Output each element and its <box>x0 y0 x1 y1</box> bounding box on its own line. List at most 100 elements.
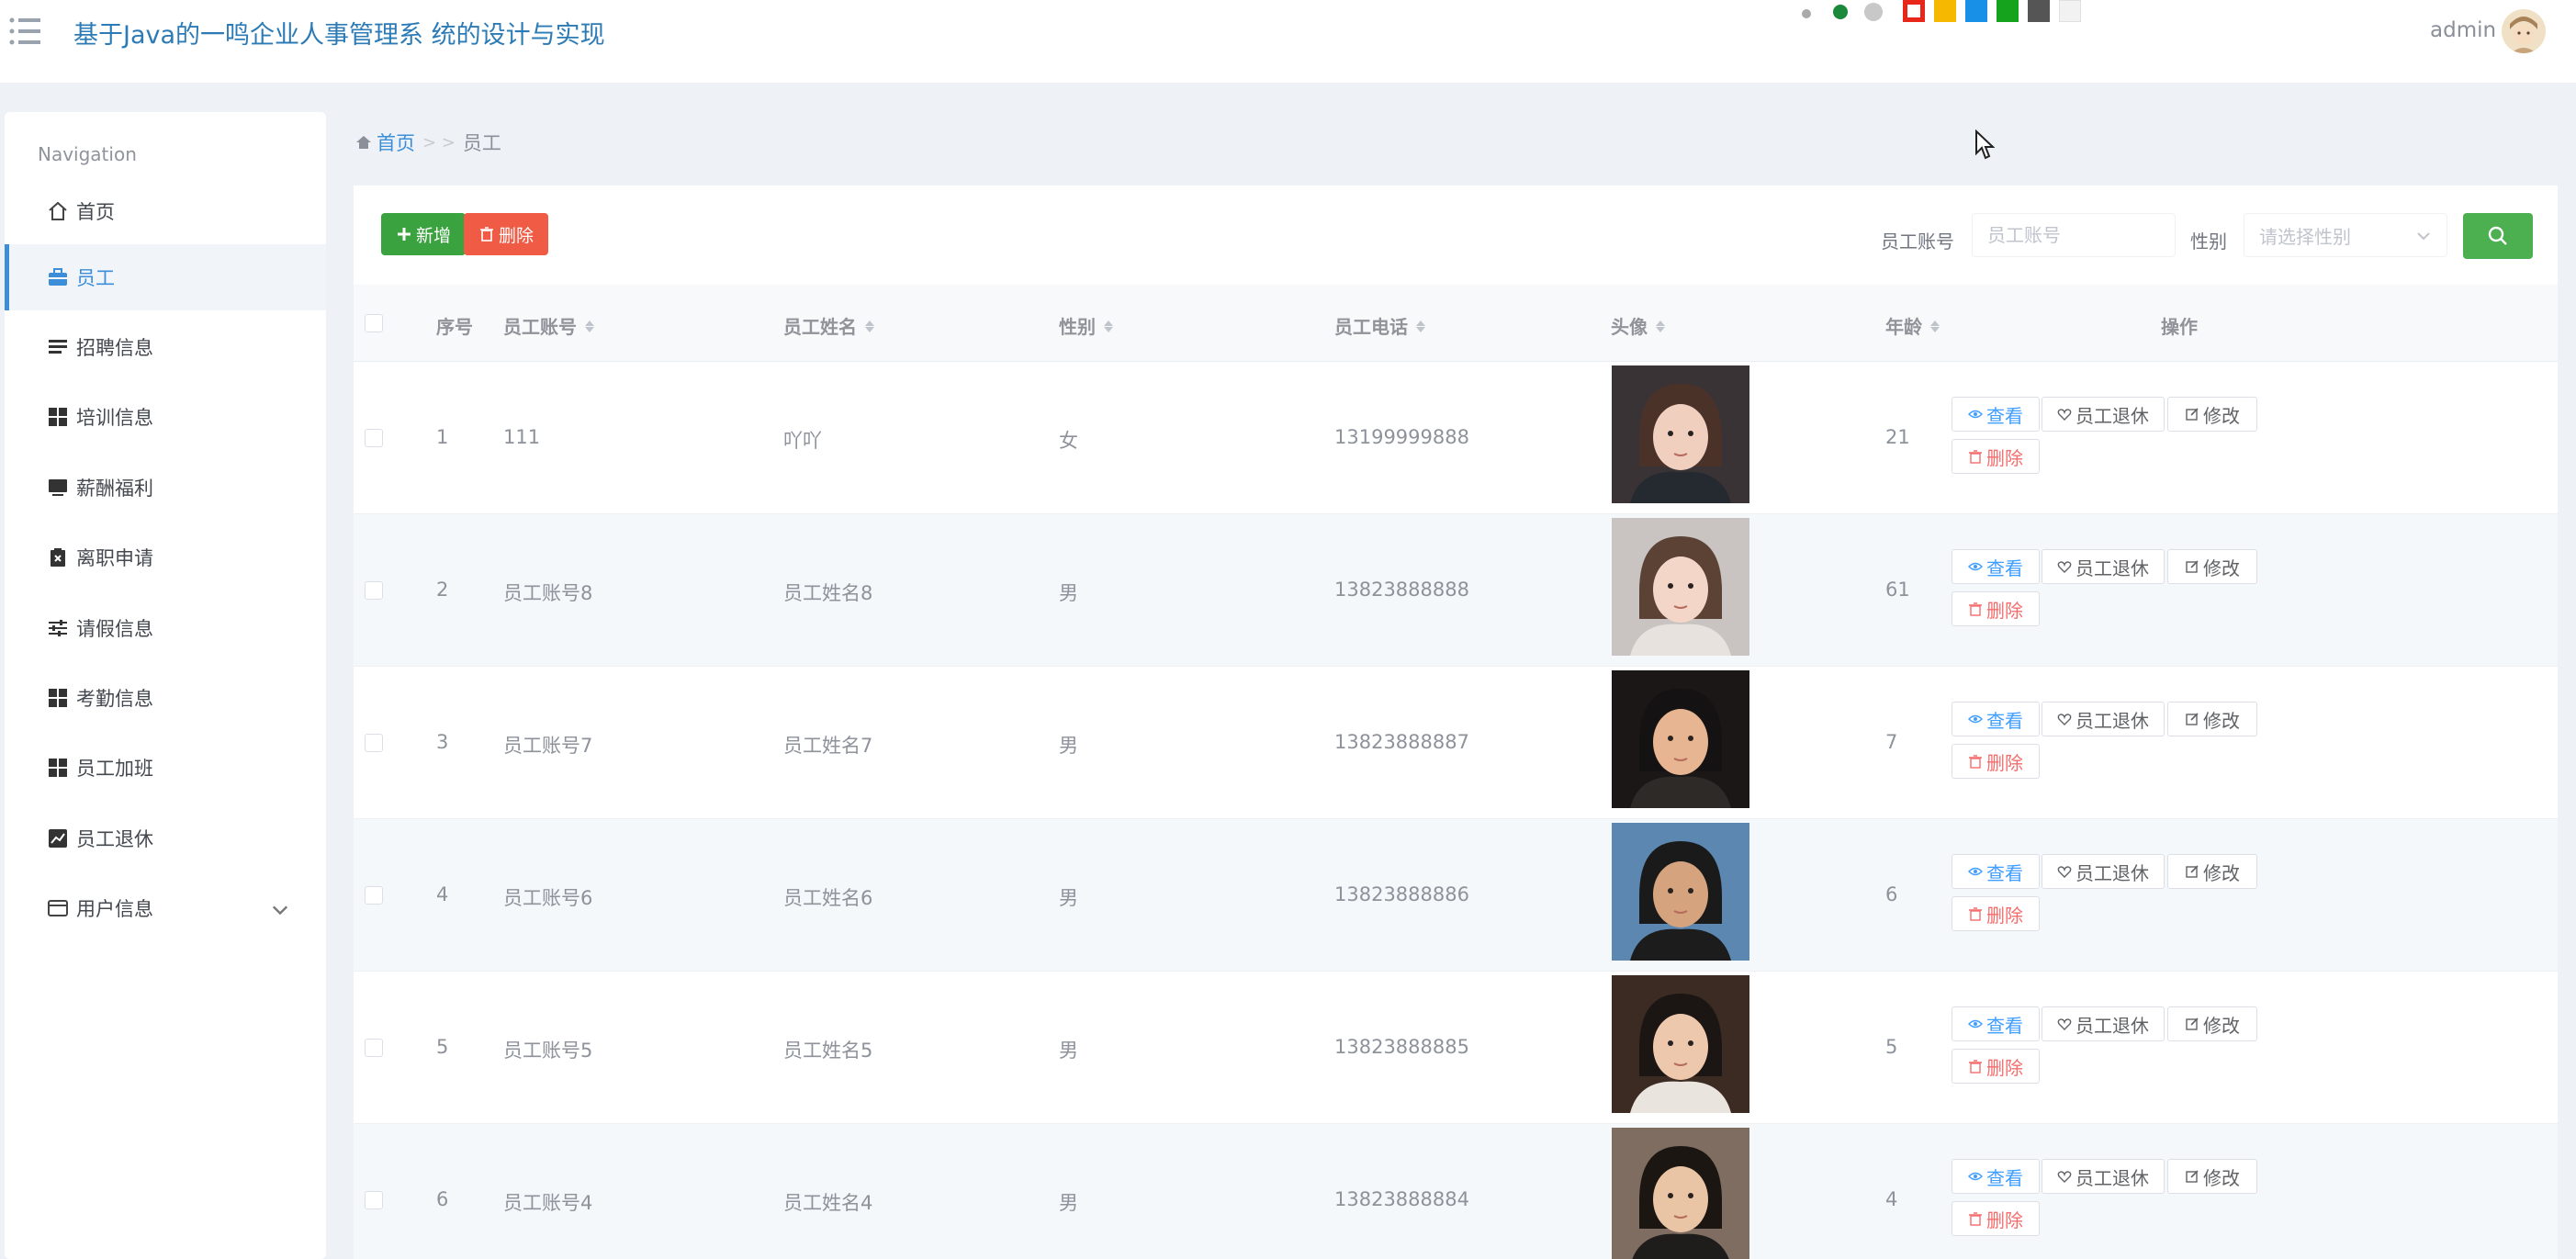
sort-icon[interactable] <box>1103 317 1114 335</box>
edit-button-label: 修改 <box>2203 558 2240 579</box>
edit-button[interactable]: 修改 <box>2167 1159 2257 1194</box>
sidebar-item-label: 首页 <box>76 201 115 223</box>
select-all-checkbox[interactable] <box>365 314 383 332</box>
view-button-label: 查看 <box>1986 558 2023 579</box>
row-delete-button[interactable]: 删除 <box>1952 744 2040 779</box>
sort-icon[interactable] <box>1655 317 1666 335</box>
eye-icon <box>1968 867 1983 876</box>
search-button[interactable] <box>2463 213 2533 259</box>
gender-select[interactable]: 请选择性别 <box>2244 213 2447 257</box>
delete-button[interactable]: 删除 <box>464 213 548 255</box>
cell-age: 4 <box>1885 1188 1898 1210</box>
add-button[interactable]: 新增 <box>381 213 466 255</box>
sidebar-item-salary[interactable]: 薪酬福利 <box>5 455 326 521</box>
cell-gender: 男 <box>1059 1192 1078 1214</box>
row-checkbox[interactable] <box>365 581 383 600</box>
edit-button[interactable]: 修改 <box>2167 397 2257 432</box>
column-header-avatar[interactable]: 头像 <box>1611 312 1666 339</box>
breadcrumb-home[interactable]: 首页 <box>354 129 415 156</box>
employee-avatar-image[interactable] <box>1612 670 1749 808</box>
sidebar-item-home[interactable]: 首页 <box>5 178 326 244</box>
edit-button[interactable]: 修改 <box>2167 549 2257 584</box>
column-header-label: 员工电话 <box>1334 316 1408 338</box>
sort-icon[interactable] <box>864 317 875 335</box>
retire-button[interactable]: 员工退休 <box>2042 549 2165 584</box>
app-title: 基于Java的一鸣企业人事管理系 统的设计与实现 <box>73 21 605 50</box>
theme-swatch-green[interactable] <box>1997 0 2019 22</box>
row-delete-button-label: 删除 <box>1986 601 2023 622</box>
sidebar-item-user-info[interactable]: 用户信息 <box>5 875 326 941</box>
sidebar-item-overtime[interactable]: 员工加班 <box>5 735 326 801</box>
employee-avatar-image[interactable] <box>1612 975 1749 1113</box>
row-delete-button[interactable]: 删除 <box>1952 591 2040 626</box>
view-button[interactable]: 查看 <box>1952 1006 2040 1041</box>
cell-name: 员工姓名6 <box>783 887 873 909</box>
edit-button[interactable]: 修改 <box>2167 854 2257 889</box>
row-checkbox[interactable] <box>365 1191 383 1209</box>
retire-button[interactable]: 员工退休 <box>2042 854 2165 889</box>
edit-button[interactable]: 修改 <box>2167 1006 2257 1041</box>
sidebar-item-training[interactable]: 培训信息 <box>5 384 326 450</box>
sidebar-item-leave[interactable]: 请假信息 <box>5 595 326 661</box>
theme-dot-grey[interactable] <box>1864 3 1883 21</box>
cell-age: 61 <box>1885 579 1910 601</box>
row-delete-button[interactable]: 删除 <box>1952 1049 2040 1084</box>
view-button[interactable]: 查看 <box>1952 854 2040 889</box>
row-checkbox[interactable] <box>365 886 383 905</box>
column-header-account[interactable]: 员工账号 <box>503 312 595 339</box>
sidebar-item-attendance[interactable]: 考勤信息 <box>5 665 326 731</box>
table-row: 5 员工账号5 员工姓名5 男 13823888885 5 查看 员工退休 修改… <box>354 972 2558 1124</box>
eye-icon <box>1968 714 1983 724</box>
edit-button[interactable]: 修改 <box>2167 702 2257 736</box>
row-checkbox[interactable] <box>365 429 383 447</box>
theme-dot-green[interactable] <box>1833 5 1848 19</box>
retire-button[interactable]: 员工退休 <box>2042 1159 2165 1194</box>
column-header-age[interactable]: 年龄 <box>1885 312 1940 339</box>
grid-icon <box>49 408 67 426</box>
row-delete-button[interactable]: 删除 <box>1952 1201 2040 1236</box>
user-avatar[interactable] <box>2502 9 2546 53</box>
column-header-gender[interactable]: 性别 <box>1059 312 1114 339</box>
account-search-input[interactable] <box>1972 213 2176 257</box>
retire-button[interactable]: 员工退休 <box>2042 1006 2165 1041</box>
employee-avatar-image[interactable] <box>1612 365 1749 503</box>
cell-account: 员工账号5 <box>503 1040 593 1062</box>
row-delete-button[interactable]: 删除 <box>1952 439 2040 474</box>
view-button[interactable]: 查看 <box>1952 549 2040 584</box>
sort-icon[interactable] <box>1415 317 1426 335</box>
row-delete-button-label: 删除 <box>1986 753 2023 774</box>
user-name[interactable]: admin <box>2430 18 2496 42</box>
employee-avatar-image[interactable] <box>1612 823 1749 961</box>
theme-swatch-yellow[interactable] <box>1934 0 1956 22</box>
sidebar-item-employee[interactable]: 员工 <box>5 244 326 310</box>
retire-button[interactable]: 员工退休 <box>2042 397 2165 432</box>
cell-index: 2 <box>436 579 449 601</box>
employee-avatar-image[interactable] <box>1612 1128 1749 1259</box>
sort-icon[interactable] <box>1929 317 1940 335</box>
retire-button[interactable]: 员工退休 <box>2042 702 2165 736</box>
theme-swatch-blue[interactable] <box>1965 0 1987 22</box>
cell-account: 员工账号4 <box>503 1192 593 1214</box>
table-row: 4 员工账号6 员工姓名6 男 13823888886 6 查看 员工退休 修改… <box>354 819 2558 972</box>
view-button[interactable]: 查看 <box>1952 702 2040 736</box>
column-header-phone[interactable]: 员工电话 <box>1334 312 1426 339</box>
row-checkbox[interactable] <box>365 1039 383 1057</box>
theme-swatch-red[interactable] <box>1903 0 1925 22</box>
row-checkbox[interactable] <box>365 734 383 752</box>
top-header: 基于Java的一鸣企业人事管理系 统的设计与实现 admin <box>0 0 2576 83</box>
theme-swatch-darkgrey[interactable] <box>2028 0 2050 22</box>
nav-heading: Navigation <box>38 143 137 165</box>
theme-swatch-white[interactable] <box>2059 0 2081 22</box>
column-header-name[interactable]: 员工姓名 <box>783 312 875 339</box>
sidebar-item-resignation[interactable]: 离职申请 <box>5 524 326 590</box>
view-button[interactable]: 查看 <box>1952 397 2040 432</box>
sort-icon[interactable] <box>584 317 595 335</box>
theme-dot-small[interactable] <box>1802 9 1811 18</box>
sidebar-item-recruitment[interactable]: 招聘信息 <box>5 314 326 380</box>
menu-icon[interactable] <box>7 15 44 48</box>
view-button[interactable]: 查看 <box>1952 1159 2040 1194</box>
sidebar-item-retirement[interactable]: 员工退休 <box>5 805 326 871</box>
row-delete-button[interactable]: 删除 <box>1952 896 2040 931</box>
employee-avatar-image[interactable] <box>1612 518 1749 656</box>
column-header-label: 操作 <box>2161 316 2198 338</box>
